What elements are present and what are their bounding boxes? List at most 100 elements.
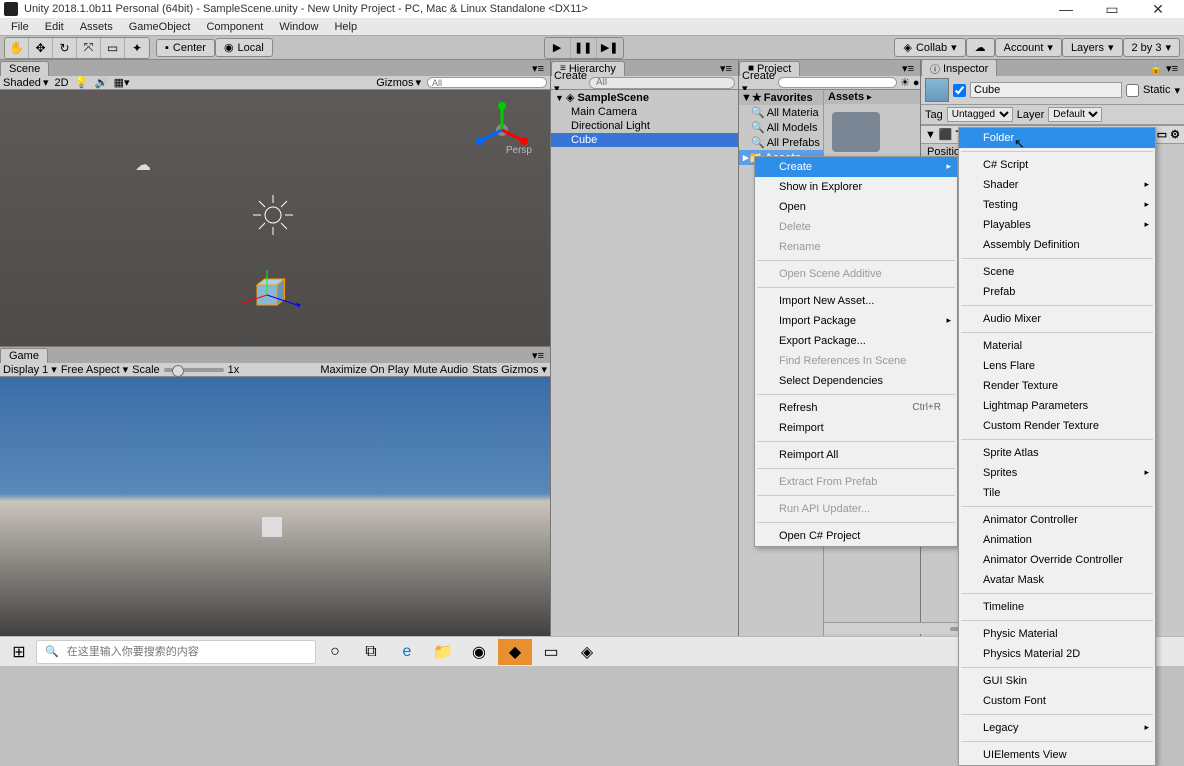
transform-tool-button[interactable]: ✦: [125, 38, 149, 58]
menu-item-physics-material-2d[interactable]: Physics Material 2D: [959, 644, 1155, 664]
menu-item-lens-flare[interactable]: Lens Flare: [959, 356, 1155, 376]
hierarchy-item-light[interactable]: Directional Light: [551, 119, 738, 133]
game-gizmos-dropdown[interactable]: Gizmos ▾: [501, 363, 547, 376]
hierarchy-tab-menu-button[interactable]: ▾≡: [714, 62, 738, 75]
fav-prefabs[interactable]: 🔍All Prefabs: [739, 135, 823, 150]
menu-item-shader[interactable]: Shader▸: [959, 175, 1155, 195]
rotate-tool-button[interactable]: ↻: [53, 38, 77, 58]
shaded-dropdown[interactable]: Shaded ▾: [3, 76, 48, 89]
menu-item-reimport[interactable]: Reimport: [755, 418, 957, 438]
menu-item-open-c-project[interactable]: Open C# Project: [755, 526, 957, 546]
menu-item-legacy[interactable]: Legacy▸: [959, 718, 1155, 738]
maximize-on-play-toggle[interactable]: Maximize On Play: [320, 364, 409, 376]
scene-tab[interactable]: Scene: [0, 61, 49, 76]
game-tab-menu-button[interactable]: ▾≡: [526, 349, 550, 362]
assets-context-menu[interactable]: Create▸Show in ExplorerOpenDeleteRenameO…: [754, 156, 958, 547]
fav-models[interactable]: 🔍All Models: [739, 120, 823, 135]
menu-item-animation[interactable]: Animation: [959, 530, 1155, 550]
menu-item-uielements-view[interactable]: UIElements View: [959, 745, 1155, 765]
hierarchy-item-cube[interactable]: Cube: [551, 133, 738, 147]
search-label-icon[interactable]: ●: [913, 77, 920, 89]
pause-button[interactable]: ❚❚: [571, 38, 597, 58]
selected-cube-gizmo[interactable]: [242, 270, 302, 330]
menu-gameobject[interactable]: GameObject: [121, 21, 199, 33]
menu-item-tile[interactable]: Tile: [959, 483, 1155, 503]
layers-dropdown[interactable]: Layers ▾: [1062, 38, 1123, 57]
menu-item-testing[interactable]: Testing▸: [959, 195, 1155, 215]
menu-item-create[interactable]: Create▸: [755, 157, 957, 177]
menu-item-playables[interactable]: Playables▸: [959, 215, 1155, 235]
pivot-local-button[interactable]: ◉ Local: [215, 38, 273, 57]
menu-item-lightmap-parameters[interactable]: Lightmap Parameters: [959, 396, 1155, 416]
close-button[interactable]: ✕: [1144, 1, 1172, 18]
hand-tool-button[interactable]: ✋: [5, 38, 29, 58]
pivot-center-button[interactable]: ▪ Center: [156, 39, 215, 57]
scene-search-input[interactable]: [427, 77, 547, 88]
maximize-button[interactable]: ▭: [1098, 1, 1126, 18]
cortana-icon[interactable]: ○: [318, 639, 352, 665]
menu-item-select-dependencies[interactable]: Select Dependencies: [755, 371, 957, 391]
collab-dropdown[interactable]: ◈ Collab ▾: [894, 38, 965, 57]
gameobject-active-checkbox[interactable]: [953, 84, 966, 97]
scene-root-item[interactable]: ▼◈ SampleScene: [551, 90, 738, 105]
menu-item-sprite-atlas[interactable]: Sprite Atlas: [959, 443, 1155, 463]
menu-item-custom-font[interactable]: Custom Font: [959, 691, 1155, 711]
menu-item-audio-mixer[interactable]: Audio Mixer: [959, 309, 1155, 329]
menu-item-animator-controller[interactable]: Animator Controller: [959, 510, 1155, 530]
scale-slider[interactable]: [164, 368, 224, 372]
inspector-tab[interactable]: ⓘ Inspector: [921, 59, 997, 77]
hierarchy-search-input[interactable]: [589, 77, 735, 89]
project-search-input[interactable]: [778, 77, 897, 88]
light-toggle-icon[interactable]: 💡: [75, 76, 89, 90]
favorites-header[interactable]: ▼★ Favorites: [739, 90, 823, 105]
menu-item-refresh[interactable]: RefreshCtrl+R: [755, 398, 957, 418]
game-tab[interactable]: Game: [0, 348, 48, 363]
menu-item-show-in-explorer[interactable]: Show in Explorer: [755, 177, 957, 197]
move-tool-button[interactable]: ✥: [29, 38, 53, 58]
menu-item-render-texture[interactable]: Render Texture: [959, 376, 1155, 396]
menu-window[interactable]: Window: [271, 21, 326, 33]
mode-2d-toggle[interactable]: 2D: [54, 77, 68, 89]
menu-item-prefab[interactable]: Prefab: [959, 282, 1155, 302]
menu-component[interactable]: Component: [198, 21, 271, 33]
menu-item-c-script[interactable]: C# Script: [959, 155, 1155, 175]
menu-item-physic-material[interactable]: Physic Material: [959, 624, 1155, 644]
mute-audio-toggle[interactable]: Mute Audio: [413, 364, 468, 376]
unity-taskbar-icon[interactable]: ◈: [570, 639, 604, 665]
scene-view[interactable]: Persp ☁: [0, 90, 550, 346]
project-tab-menu-button[interactable]: ▾≡: [896, 62, 920, 75]
component-settings-icon[interactable]: ⚙: [1170, 128, 1180, 141]
layer-dropdown[interactable]: Default: [1048, 107, 1102, 122]
create-submenu[interactable]: FolderC# ScriptShader▸Testing▸Playables▸…: [958, 127, 1156, 766]
scale-tool-button[interactable]: ⤧: [77, 38, 101, 58]
menu-item-assembly-definition[interactable]: Assembly Definition: [959, 235, 1155, 255]
app-icon-2[interactable]: ▭: [534, 639, 568, 665]
menu-item-import-package[interactable]: Import Package▸: [755, 311, 957, 331]
taskbar-search[interactable]: 🔍: [36, 640, 316, 664]
inspector-lock-icon[interactable]: 🔒 ▾≡: [1143, 62, 1184, 75]
menu-file[interactable]: File: [3, 21, 37, 33]
start-button[interactable]: ⊞: [4, 639, 34, 665]
explorer-icon[interactable]: 📁: [426, 639, 460, 665]
minimize-button[interactable]: —: [1052, 1, 1080, 18]
search-filter-icon[interactable]: ☀: [900, 76, 910, 89]
edge-icon[interactable]: e: [390, 639, 424, 665]
scene-tab-menu-button[interactable]: ▾≡: [526, 62, 550, 75]
static-checkbox[interactable]: [1126, 84, 1139, 97]
menu-assets[interactable]: Assets: [72, 21, 121, 33]
cloud-button[interactable]: ☁: [966, 38, 995, 57]
menu-item-import-new-asset-[interactable]: Import New Asset...: [755, 291, 957, 311]
persp-label[interactable]: Persp: [506, 145, 532, 156]
menu-item-timeline[interactable]: Timeline: [959, 597, 1155, 617]
folder-thumbnail[interactable]: [832, 112, 880, 152]
audio-toggle-icon[interactable]: 🔊: [95, 76, 109, 90]
step-button[interactable]: ▶❚: [597, 38, 623, 58]
component-help-icon[interactable]: ▭: [1157, 128, 1167, 141]
app-icon-1[interactable]: ◆: [498, 639, 532, 665]
menu-item-reimport-all[interactable]: Reimport All: [755, 445, 957, 465]
breadcrumb[interactable]: Assets ▸: [824, 90, 920, 104]
stats-toggle[interactable]: Stats: [472, 364, 497, 376]
gizmos-dropdown[interactable]: Gizmos ▾: [376, 76, 421, 89]
task-view-icon[interactable]: ⧉: [354, 639, 388, 665]
display-dropdown[interactable]: Display 1 ▾: [3, 363, 57, 376]
